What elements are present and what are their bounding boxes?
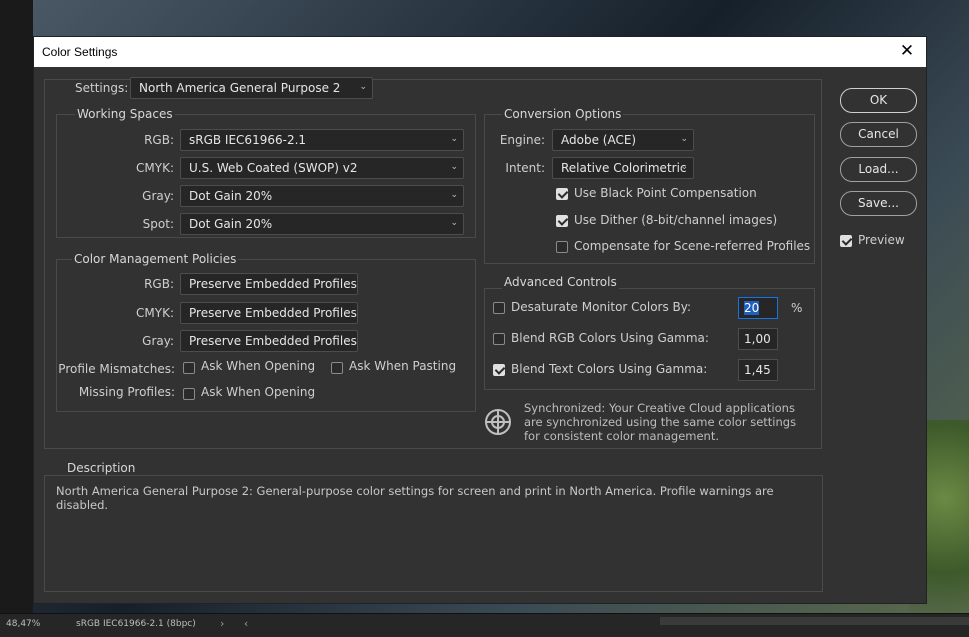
ws-rgb-label: RGB: (144, 133, 174, 147)
ws-spot-label: Spot: (142, 217, 174, 231)
use-dither-label[interactable]: Use Dither (8-bit/channel images) (574, 213, 777, 227)
ask-when-opening-checkbox[interactable] (183, 362, 195, 374)
advanced-title: Advanced Controls (502, 275, 619, 289)
settings-select[interactable]: North America General Purpose 2 ⌄ (130, 77, 373, 99)
desaturate-value: 20 (744, 301, 760, 315)
blend-rgb-checkbox[interactable] (493, 333, 505, 345)
intent-value: Relative Colorimetric (561, 161, 687, 175)
save-button[interactable]: Save... (840, 191, 917, 216)
blend-rgb-label[interactable]: Blend RGB Colors Using Gamma: (511, 331, 709, 345)
blend-text-checkbox[interactable] (493, 364, 505, 376)
sync-status-text: Synchronized: Your Creative Cloud applic… (524, 401, 797, 443)
preview-checkbox[interactable] (840, 235, 852, 247)
intent-select[interactable]: Relative Colorimetric ⌄ (552, 157, 694, 179)
engine-value: Adobe (ACE) (561, 133, 637, 147)
ws-cmyk-value: U.S. Web Coated (SWOP) v2 (189, 161, 358, 175)
missing-ask-when-opening-label[interactable]: Ask When Opening (201, 385, 315, 399)
zoom-level[interactable]: 48,47% (6, 619, 40, 629)
ask-when-pasting-checkbox[interactable] (331, 362, 343, 374)
close-icon[interactable]: ✕ (896, 40, 918, 62)
description-title: Description (64, 461, 139, 475)
ws-gray-value: Dot Gain 20% (189, 189, 273, 203)
cancel-button[interactable]: Cancel (840, 122, 917, 147)
status-bar: 48,47% sRGB IEC61966-2.1 (8bpc) › ‹ (0, 613, 969, 637)
missing-profiles-label: Missing Profiles: (78, 385, 175, 399)
preview-label[interactable]: Preview (858, 233, 905, 247)
pol-rgb-label: RGB: (144, 277, 174, 291)
horizontal-scrollbar[interactable] (660, 617, 969, 625)
scene-referred-checkbox[interactable] (556, 241, 568, 253)
profile-mismatches-label: Profile Mismatches: (58, 362, 175, 376)
desaturate-unit: % (791, 301, 803, 315)
dialog-titlebar[interactable]: Color Settings ✕ (34, 37, 926, 67)
sync-globe-icon (485, 409, 511, 435)
engine-label: Engine: (499, 133, 545, 147)
desaturate-input[interactable]: 20 (738, 297, 778, 319)
settings-label: Settings: (75, 81, 129, 95)
blend-text-value: 1,45 (744, 363, 771, 377)
chevron-down-icon: ⌄ (450, 162, 458, 172)
dialog-title: Color Settings (42, 45, 118, 59)
intent-label: Intent: (505, 161, 545, 175)
app-left-strip (0, 0, 33, 637)
chevron-down-icon: ⌄ (450, 218, 458, 228)
blend-rgb-value: 1,00 (744, 332, 771, 346)
ws-spot-value: Dot Gain 20% (189, 217, 273, 231)
chevron-down-icon: ⌄ (344, 278, 352, 288)
pol-gray-select[interactable]: Preserve Embedded Profiles ⌄ (180, 330, 358, 352)
chevron-down-icon: ⌄ (359, 82, 367, 92)
pol-rgb-value: Preserve Embedded Profiles (189, 277, 357, 291)
chevron-down-icon: ⌄ (344, 335, 352, 345)
ask-when-pasting-label[interactable]: Ask When Pasting (349, 359, 456, 373)
blend-text-input[interactable]: 1,45 (738, 359, 778, 381)
description-text: North America General Purpose 2: General… (56, 484, 774, 512)
pol-cmyk-select[interactable]: Preserve Embedded Profiles ⌄ (180, 302, 358, 324)
pol-cmyk-value: Preserve Embedded Profiles (189, 306, 357, 320)
black-point-label[interactable]: Use Black Point Compensation (574, 186, 757, 200)
blend-rgb-input[interactable]: 1,00 (738, 328, 778, 350)
ws-gray-label: Gray: (142, 189, 174, 203)
document-profile: sRGB IEC61966-2.1 (8bpc) (76, 619, 196, 629)
policies-title: Color Management Policies (72, 252, 239, 266)
ws-gray-select[interactable]: Dot Gain 20% ⌄ (180, 185, 464, 207)
ask-when-opening-label[interactable]: Ask When Opening (201, 359, 315, 373)
pol-gray-label: Gray: (142, 334, 174, 348)
pol-rgb-select[interactable]: Preserve Embedded Profiles ⌄ (180, 273, 358, 295)
load-button[interactable]: Load... (840, 157, 917, 182)
desaturate-checkbox[interactable] (493, 302, 505, 314)
ws-cmyk-label: CMYK: (136, 161, 174, 175)
working-spaces-title: Working Spaces (75, 107, 175, 121)
status-arrows-icon[interactable]: › ‹ (220, 617, 256, 630)
chevron-down-icon: ⌄ (344, 307, 352, 317)
ws-rgb-select[interactable]: sRGB IEC61966-2.1 ⌄ (180, 129, 464, 151)
settings-value: North America General Purpose 2 (139, 81, 341, 95)
chevron-down-icon: ⌄ (450, 190, 458, 200)
desaturate-label[interactable]: Desaturate Monitor Colors By: (511, 300, 691, 314)
blend-text-label[interactable]: Blend Text Colors Using Gamma: (511, 362, 707, 376)
pol-gray-value: Preserve Embedded Profiles (189, 334, 357, 348)
ws-rgb-value: sRGB IEC61966-2.1 (189, 133, 307, 147)
ws-cmyk-select[interactable]: U.S. Web Coated (SWOP) v2 ⌄ (180, 157, 464, 179)
chevron-down-icon: ⌄ (680, 162, 688, 172)
color-settings-dialog: Color Settings ✕ Settings: North America… (33, 36, 927, 604)
missing-ask-when-opening-checkbox[interactable] (183, 388, 195, 400)
black-point-checkbox[interactable] (556, 188, 568, 200)
use-dither-checkbox[interactable] (556, 215, 568, 227)
conversion-title: Conversion Options (502, 107, 624, 121)
engine-select[interactable]: Adobe (ACE) ⌄ (552, 129, 694, 151)
ok-button[interactable]: OK (840, 88, 917, 113)
chevron-down-icon: ⌄ (450, 134, 458, 144)
scene-referred-label[interactable]: Compensate for Scene-referred Profiles (574, 239, 810, 253)
ws-spot-select[interactable]: Dot Gain 20% ⌄ (180, 213, 464, 235)
chevron-down-icon: ⌄ (680, 134, 688, 144)
pol-cmyk-label: CMYK: (136, 306, 174, 320)
